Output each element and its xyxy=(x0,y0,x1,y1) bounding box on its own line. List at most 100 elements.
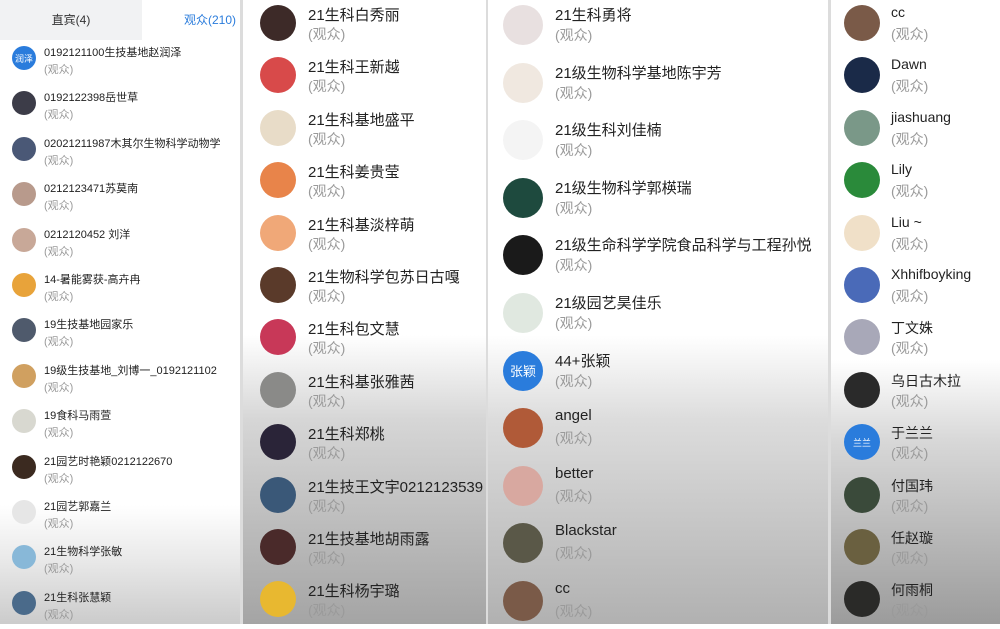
user-name: Lily xyxy=(891,161,913,178)
audience-list-item[interactable]: angel (观众) xyxy=(487,407,830,465)
audience-list-item[interactable]: 21园艺郭嘉兰 (观众) xyxy=(0,498,242,543)
avatar xyxy=(503,62,543,103)
avatar: 兰兰 xyxy=(844,424,880,461)
audience-list-item[interactable]: 19生技基地园家乐 (观众) xyxy=(0,316,242,361)
avatar xyxy=(12,545,36,570)
user-role-label: (观众) xyxy=(44,200,74,213)
user-name: angel xyxy=(555,407,592,425)
audience-list-item[interactable]: Lily (观众) xyxy=(830,161,1000,213)
audience-list-item[interactable]: 润泽 0192121100生技基地赵润泽 (观众) xyxy=(0,44,242,89)
user-role-label: (观众) xyxy=(891,497,929,514)
audience-list-item[interactable]: 兰兰 于兰兰 (观众) xyxy=(830,423,1000,475)
audience-list-item[interactable]: 21生科王新越 (观众) xyxy=(242,56,487,108)
audience-list-item[interactable]: 21生物科学包苏日古嘎 (观众) xyxy=(242,266,487,318)
user-role-label: (观众) xyxy=(308,445,346,462)
user-name: Xhhifboyking xyxy=(891,266,972,282)
user-role-label: (观众) xyxy=(44,64,74,76)
user-name: 21生科基张雅茜 xyxy=(308,373,415,391)
user-role-label: (观众) xyxy=(891,78,929,95)
avatar xyxy=(844,214,880,251)
avatar xyxy=(844,581,880,618)
audience-list-item[interactable]: 21级园艺昊佳乐 (观众) xyxy=(487,292,830,350)
audience-list-item[interactable]: 21生科张慧颖 (观众) xyxy=(0,589,242,629)
avatar xyxy=(12,136,36,161)
avatar xyxy=(844,371,880,408)
user-role-label: (观众) xyxy=(308,392,346,409)
user-role-label: (观众) xyxy=(308,130,346,147)
user-role-label: (观众) xyxy=(891,26,929,42)
avatar xyxy=(503,293,543,333)
user-role-label: (观众) xyxy=(308,26,346,42)
user-name: 21级生物科学基地陈宇芳 xyxy=(555,64,722,82)
user-name: 21生科包文慧 xyxy=(308,321,400,339)
audience-list-item[interactable]: Xhhifboyking (观众) xyxy=(830,266,1000,318)
audience-list-item[interactable]: 张颖 44+张颖 (观众) xyxy=(487,350,830,408)
user-role-label: (观众) xyxy=(308,78,346,95)
audience-list-item[interactable]: Liu ~ (观众) xyxy=(830,214,1000,266)
audience-list-item[interactable]: 乌日古木拉 (观众) xyxy=(830,371,1000,423)
audience-list-item[interactable]: 21生科包文慧 (观众) xyxy=(242,318,487,370)
tab-audience[interactable]: 观众(210) xyxy=(142,0,242,40)
audience-panel-3: 21生科勇将 (观众) 21级生物科学基地陈宇芳 (观众) 21级生科刘佳楠 (观众) 21… xyxy=(487,0,830,629)
audience-list-item[interactable]: 21生科基淡梓萌 (观众) xyxy=(242,214,487,266)
audience-list-item[interactable]: 21生科姜贵莹 (观众) xyxy=(242,161,487,213)
audience-list-item[interactable]: 任赵璇 (观众) xyxy=(830,528,1000,580)
audience-list-item[interactable]: cc (观众) xyxy=(487,580,830,629)
audience-list-item[interactable]: 付国玮 (观众) xyxy=(830,476,1000,528)
user-name: 乌日古木拉 xyxy=(891,372,961,389)
tab-live-hosts[interactable]: 直宾(4) xyxy=(0,0,142,40)
audience-list-item[interactable]: 21园艺时艳颖0212122670 (观众) xyxy=(0,453,242,498)
user-role-label: (观众) xyxy=(308,550,346,566)
audience-list-item[interactable]: 21生科基张雅茜 (观众) xyxy=(242,371,487,423)
audience-list-item[interactable]: 21级生命科学学院食品科学与工程孙悦 (观众) xyxy=(487,234,830,292)
audience-list-item[interactable]: better (观众) xyxy=(487,465,830,523)
avatar xyxy=(260,371,296,408)
user-name: 21生科郑桃 xyxy=(308,426,385,444)
audience-list-item[interactable]: 0192122398岳世草 (观众) xyxy=(0,89,242,134)
avatar xyxy=(12,590,36,615)
audience-list-item[interactable]: 21生科勇将 (观众) xyxy=(487,4,830,62)
audience-list-item[interactable]: 21级生物科学郭楧瑞 (观众) xyxy=(487,177,830,235)
user-role-label: (观众) xyxy=(308,340,346,357)
audience-list-item[interactable]: 19级生技基地_刘博一_0192121102 (观众) xyxy=(0,362,242,407)
audience-list-item[interactable]: 21生物科学张敏 (观众) xyxy=(0,543,242,588)
avatar xyxy=(12,182,36,207)
audience-list-item[interactable]: 21级生物科学基地陈宇芳 (观众) xyxy=(487,62,830,120)
audience-list-item[interactable]: 19食科马雨萱 (观众) xyxy=(0,407,242,452)
user-name: 0212120452 刘洋 xyxy=(44,228,131,241)
audience-list-item[interactable]: Dawn (观众) xyxy=(830,56,1000,108)
audience-list-item[interactable]: cc (观众) xyxy=(830,4,1000,56)
audience-list-item[interactable]: 丁文姝 (观众) xyxy=(830,318,1000,370)
audience-list-item[interactable]: 21生科基地盛平 (观众) xyxy=(242,109,487,161)
avatar: 润泽 xyxy=(12,46,36,70)
audience-list-item[interactable]: 何雨桐 (观众) xyxy=(830,580,1000,629)
audience-panel-4: cc (观众) Dawn (观众) jiashuang (观众) Lily (观众) Liu ~… xyxy=(830,0,1000,629)
audience-list-item[interactable]: 0212120452 刘洋 (观众) xyxy=(0,226,242,271)
user-name: 02021211987木其尔生物科学动物学 xyxy=(44,137,221,150)
user-name: 19食科马雨萱 xyxy=(44,410,112,423)
avatar xyxy=(12,363,36,388)
user-role-label: (观众) xyxy=(555,199,593,216)
audience-list-item[interactable]: 02021211987木其尔生物科学动物学 (观众) xyxy=(0,135,242,180)
audience-list-item[interactable]: 21生技王文宇0212123539 (观众) xyxy=(242,476,487,528)
user-name: 0192121100生技基地赵润泽 xyxy=(44,47,182,59)
user-name: Dawn xyxy=(891,56,927,73)
user-name: jiashuang xyxy=(891,108,951,125)
audience-list-item[interactable]: jiashuang (观众) xyxy=(830,109,1000,161)
audience-list-item[interactable]: 0212123471苏莫南 (观众) xyxy=(0,180,242,225)
user-role-label: (观众) xyxy=(555,257,593,274)
avatar xyxy=(503,120,543,161)
user-name: 21级生命科学学院食品科学与工程孙悦 xyxy=(555,237,812,255)
audience-list-item[interactable]: 21级生科刘佳楠 (观众) xyxy=(487,119,830,177)
audience-list-item[interactable]: 21生科郑桃 (观众) xyxy=(242,423,487,475)
user-name: 何雨桐 xyxy=(891,582,933,599)
audience-list-item[interactable]: 21生技基地胡雨露 (观众) xyxy=(242,528,487,580)
audience-list-item[interactable]: 21生科杨宇璐 (观众) xyxy=(242,580,487,629)
audience-list-item[interactable]: Blackstar (观众) xyxy=(487,522,830,580)
user-role-label: (观众) xyxy=(44,427,74,440)
audience-list-item[interactable]: 21生科白秀丽 (观众) xyxy=(242,4,487,56)
user-role-label: (观众) xyxy=(891,235,929,252)
audience-list-item[interactable]: 14-暑能雾获-高卉冉 (观众) xyxy=(0,271,242,316)
user-name: 21生技王文宇0212123539 xyxy=(308,478,484,496)
bottom-edge xyxy=(0,624,1000,629)
